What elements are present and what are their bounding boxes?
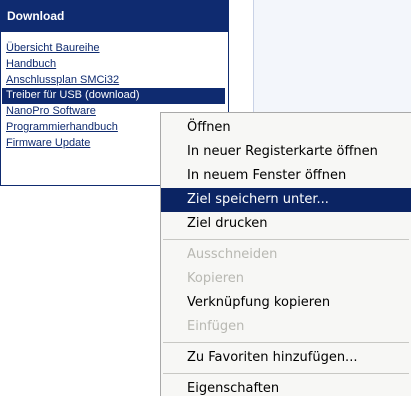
menu-item-zu-favoriten[interactable]: Zu Favoriten hinzufügen...: [161, 346, 411, 370]
link-treiber-usb-download[interactable]: Treiber für USB (download): [2, 88, 225, 105]
menu-item-ziel-drucken[interactable]: Ziel drucken: [161, 212, 411, 236]
menu-item-verknuepfung-kopieren[interactable]: Verknüpfung kopieren: [161, 291, 411, 315]
link-uebersicht-baureihe[interactable]: Übersicht Baureihe: [6, 41, 228, 57]
menu-item-eigenschaften[interactable]: Eigenschaften: [161, 377, 411, 401]
link-handbuch[interactable]: Handbuch: [6, 57, 228, 73]
menu-item-kopieren: Kopieren: [187, 271, 244, 286]
menu-item-oeffnen[interactable]: Öffnen: [161, 116, 411, 140]
menu-item-ziel-speichern[interactable]: Ziel speichern unter...: [161, 188, 411, 212]
menu-separator: [163, 342, 409, 343]
menu-item-neues-fenster[interactable]: In neuem Fenster öffnen: [161, 164, 411, 188]
menu-item-ausschneiden: Ausschneiden: [187, 247, 278, 262]
download-panel-title: Download: [1, 0, 228, 32]
menu-separator: [163, 239, 409, 240]
menu-separator: [163, 373, 409, 374]
content-area: [254, 0, 411, 115]
context-menu: Öffnen In neuer Registerkarte öffnen In …: [160, 112, 411, 396]
menu-item-einfuegen: Einfügen: [187, 319, 245, 334]
menu-item-neue-registerkarte[interactable]: In neuer Registerkarte öffnen: [161, 140, 411, 164]
link-anschlussplan[interactable]: Anschlussplan SMCi32: [6, 73, 228, 89]
